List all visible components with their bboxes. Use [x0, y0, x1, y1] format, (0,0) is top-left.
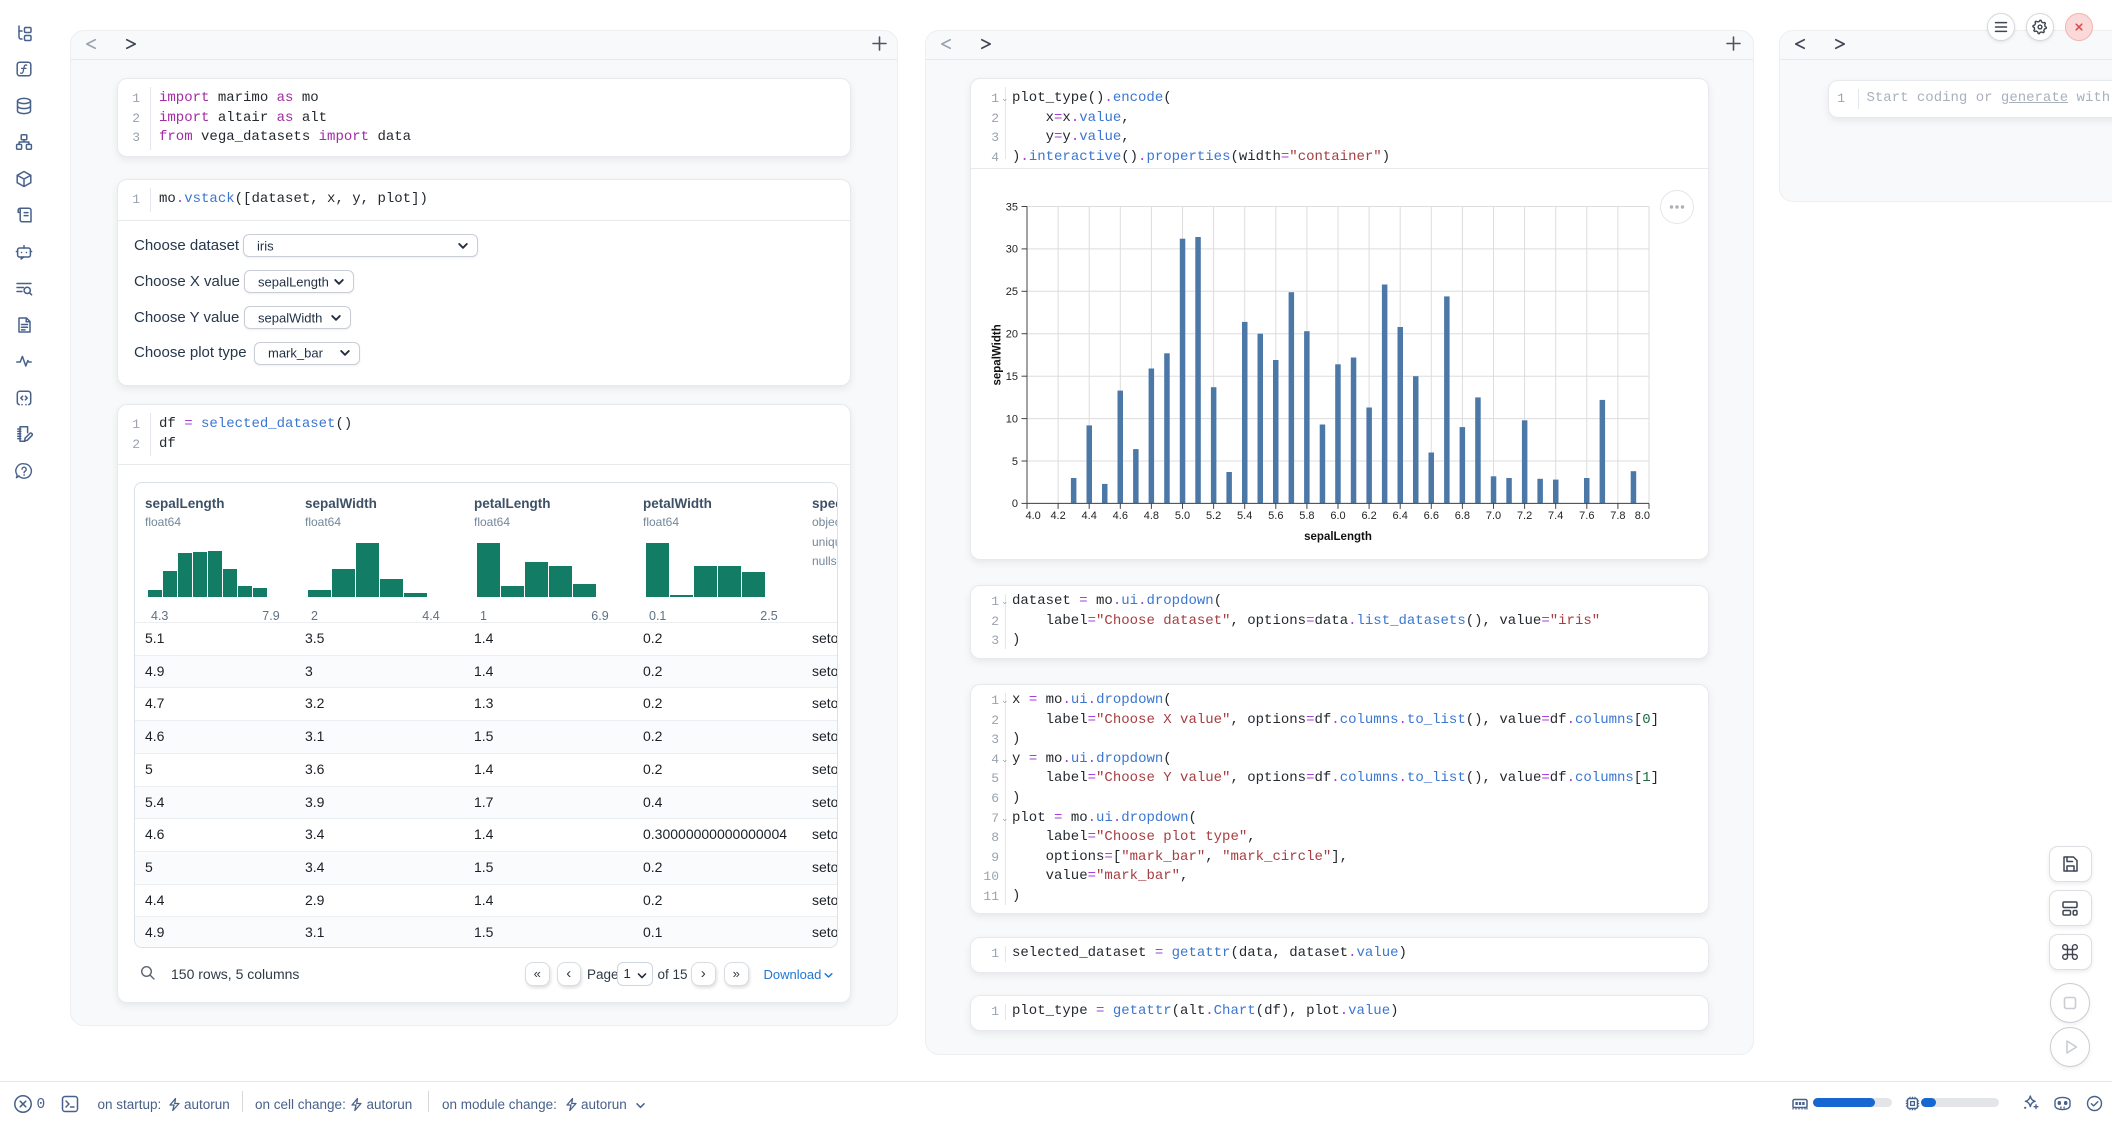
svg-text:sepalLength: sepalLength — [1304, 531, 1372, 543]
svg-text:4.4: 4.4 — [1082, 510, 1097, 522]
svg-text:6.2: 6.2 — [1361, 510, 1376, 522]
svg-text:6.6: 6.6 — [1424, 510, 1439, 522]
svg-text:7.2: 7.2 — [1517, 510, 1532, 522]
svg-text:0: 0 — [1012, 498, 1018, 510]
svg-text:35: 35 — [1006, 201, 1018, 213]
svg-text:5.8: 5.8 — [1299, 510, 1314, 522]
svg-text:4.2: 4.2 — [1050, 510, 1065, 522]
svg-text:5.2: 5.2 — [1206, 510, 1221, 522]
svg-text:5.4: 5.4 — [1237, 510, 1252, 522]
svg-text:7.0: 7.0 — [1486, 510, 1501, 522]
svg-text:7.6: 7.6 — [1579, 510, 1594, 522]
svg-text:sepalWidth: sepalWidth — [992, 324, 1004, 385]
svg-text:20: 20 — [1006, 329, 1018, 341]
svg-text:7.8: 7.8 — [1610, 510, 1625, 522]
svg-text:25: 25 — [1006, 286, 1018, 298]
svg-text:4.8: 4.8 — [1144, 510, 1159, 522]
svg-text:5.0: 5.0 — [1175, 510, 1190, 522]
svg-text:4.0: 4.0 — [1026, 510, 1041, 522]
svg-text:5.6: 5.6 — [1268, 510, 1283, 522]
svg-text:7.4: 7.4 — [1548, 510, 1563, 522]
svg-text:10: 10 — [1006, 413, 1018, 425]
svg-text:6.8: 6.8 — [1455, 510, 1470, 522]
svg-text:5: 5 — [1012, 456, 1018, 468]
svg-text:15: 15 — [1006, 371, 1018, 383]
svg-text:4.6: 4.6 — [1113, 510, 1128, 522]
svg-text:8.0: 8.0 — [1635, 510, 1650, 522]
svg-text:30: 30 — [1006, 244, 1018, 256]
svg-text:6.0: 6.0 — [1330, 510, 1345, 522]
svg-text:6.4: 6.4 — [1393, 510, 1408, 522]
